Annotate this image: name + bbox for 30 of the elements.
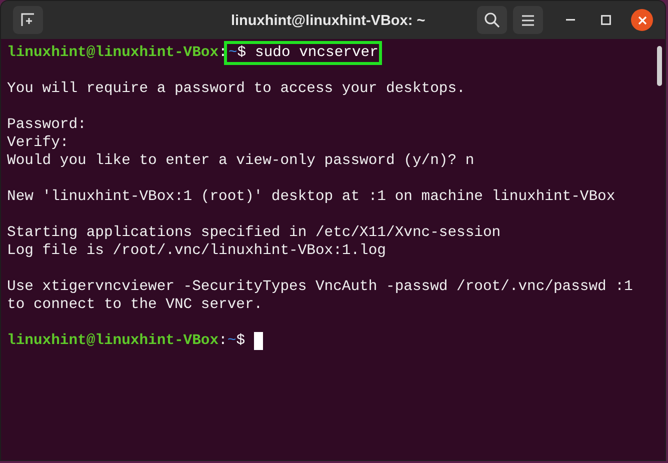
- prompt-symbol: $: [237, 44, 246, 62]
- output-line: Password:: [7, 116, 88, 134]
- prompt-path: ~: [227, 332, 236, 350]
- window-title: linuxhint@linuxhint-VBox: ~: [231, 12, 426, 31]
- menu-button[interactable]: [513, 6, 543, 34]
- prompt-separator: :: [218, 44, 228, 62]
- search-icon: [484, 12, 500, 28]
- prompt-user-host: linuxhint@linuxhint-VBox: [7, 44, 219, 62]
- new-tab-icon: [21, 13, 35, 27]
- prompt-path: ~: [228, 44, 238, 62]
- close-icon: [638, 16, 646, 24]
- output-line: Starting applications specified in /etc/X11/Xvnc-session: [7, 224, 502, 242]
- close-button[interactable]: [631, 9, 653, 31]
- output-line: to connect to the VNC server.: [7, 296, 264, 314]
- maximize-icon: [601, 15, 611, 25]
- output-line: Would you like to enter a view-only password (y/n)? n: [7, 152, 476, 170]
- output-line: Use xtigervncviewer -SecurityTypes VncAuth -passwd /root/.vnc/passwd :1: [7, 278, 634, 296]
- output-line: Log file is /root/.vnc/linuxhint-VBox:1.log: [7, 242, 387, 260]
- output-line: New 'linuxhint-VBox:1 (root)' desktop at :1 on machine linuxhint-VBox: [7, 188, 616, 206]
- output-line: You will require a password to access your desktops.: [7, 80, 466, 98]
- prompt-user-host: linuxhint@linuxhint-VBox: [7, 332, 219, 350]
- output-line: Verify:: [7, 134, 70, 152]
- minimize-icon: [566, 19, 574, 21]
- scrollbar: [657, 46, 662, 86]
- prompt-symbol: $: [236, 332, 246, 350]
- prompt-separator: :: [218, 332, 228, 350]
- menu-icon: [522, 14, 534, 26]
- search-button[interactable]: [477, 6, 507, 34]
- command-text: sudo vncserver: [255, 44, 378, 62]
- new-tab-button[interactable]: [13, 6, 43, 34]
